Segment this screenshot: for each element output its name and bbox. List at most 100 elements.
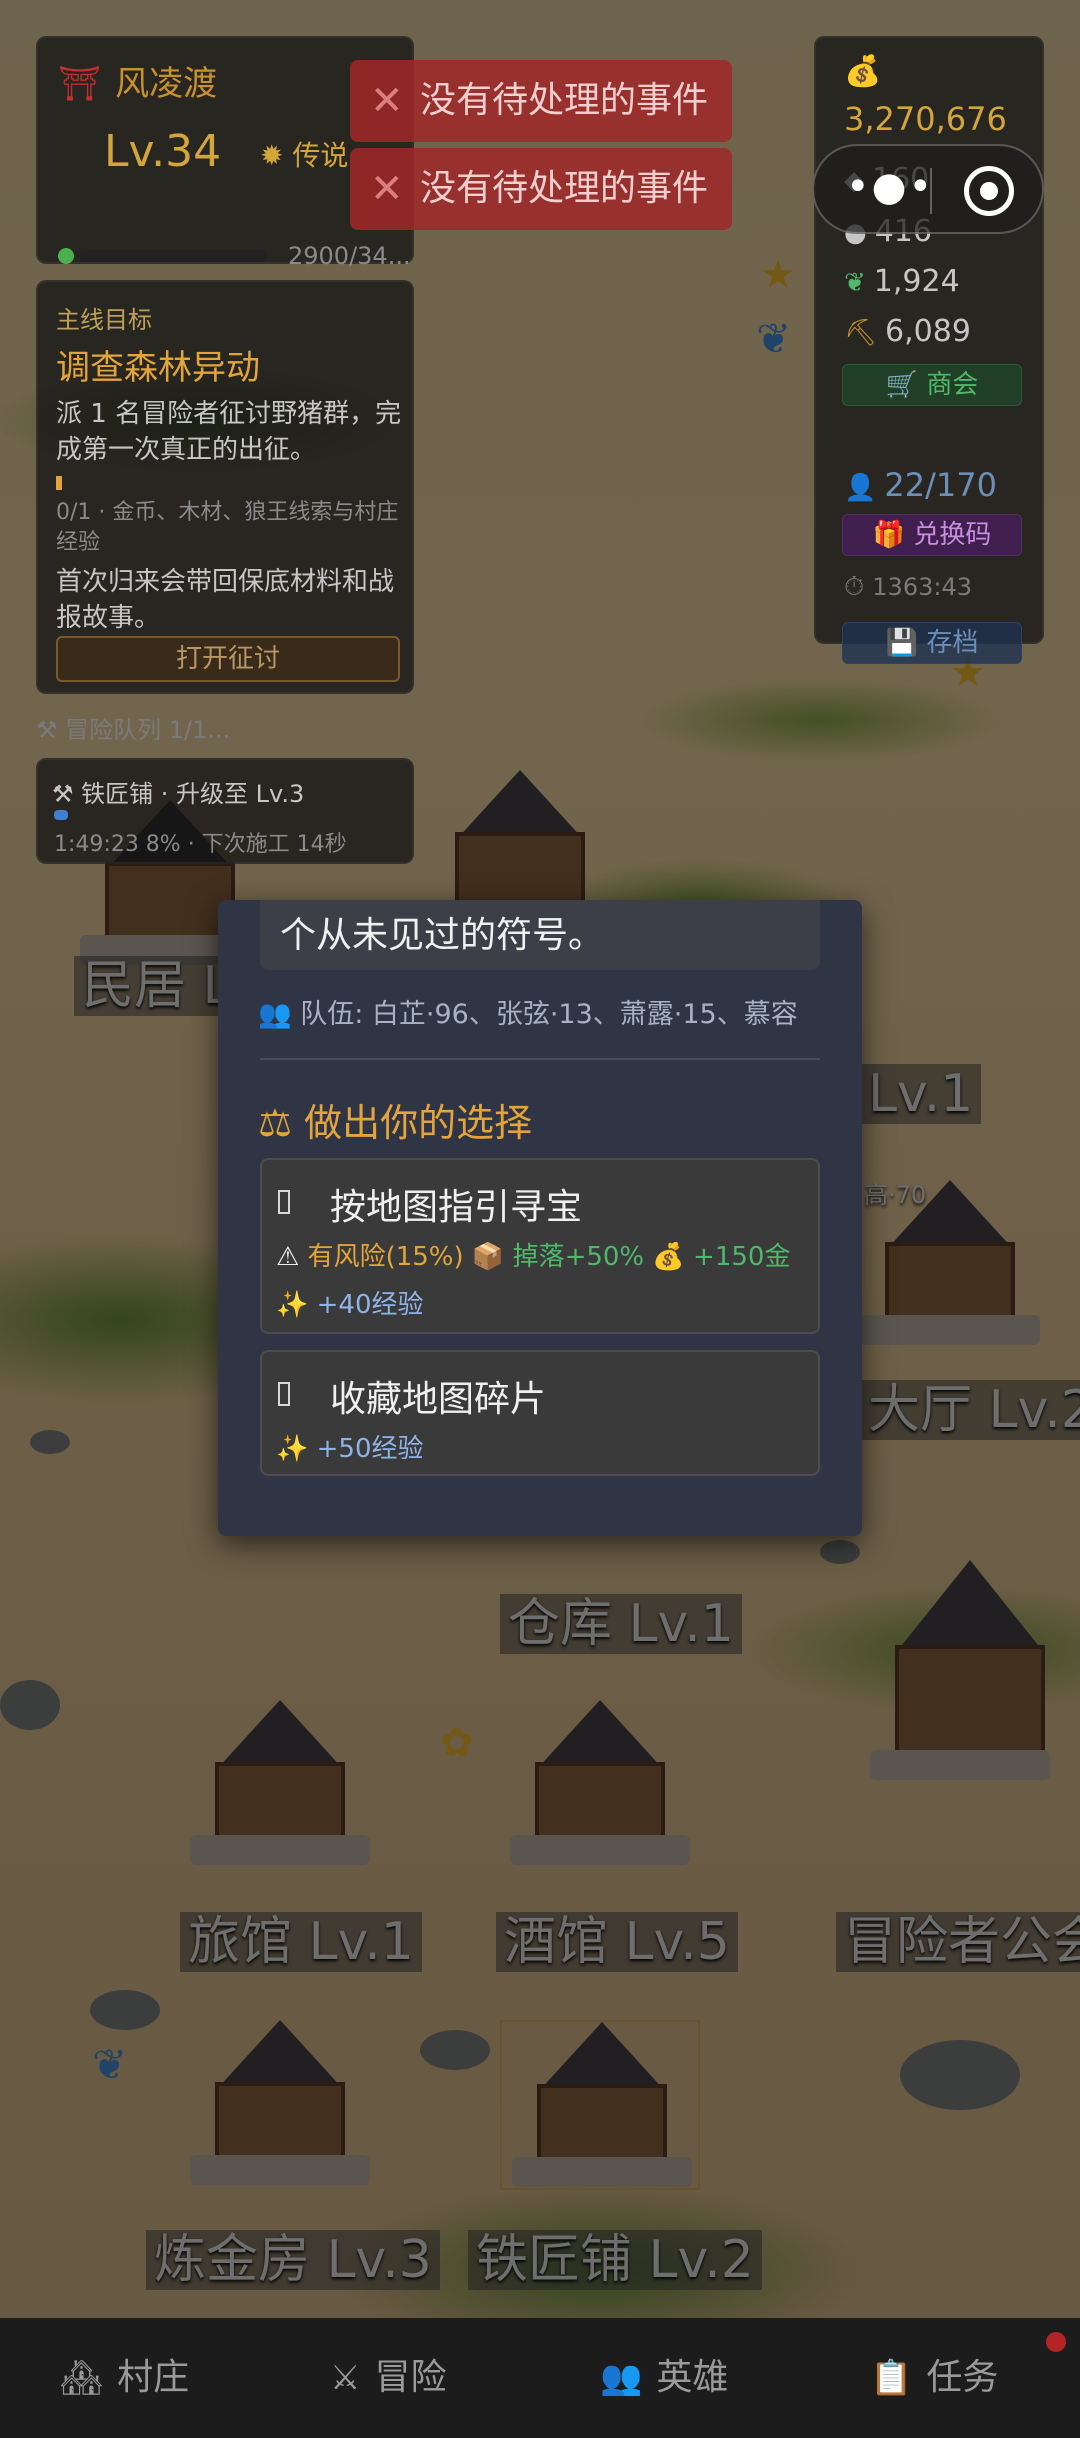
event-toast-1[interactable]: ✕ 没有待处理的事件	[350, 60, 732, 142]
heroes-icon: 👥	[600, 2358, 643, 2398]
choice-treasure-hunt[interactable]: 按地图指引寻宝 ⚠ 有风险(15%) 📦 掉落+50% 💰 +150金 ✨ +4…	[260, 1158, 820, 1334]
team-queue-text: 冒险队列 1/1...	[65, 716, 231, 744]
choice-risk: 有风险(15%)	[307, 1242, 464, 1272]
money-bag-icon: 💰	[844, 54, 882, 89]
quest-note: 首次归来会带回保底材料和战报故事。	[56, 567, 395, 633]
divider	[260, 1058, 820, 1060]
resources-panel: 💰 3,270,676 ◆160 ●416 ❦1,924 ⛏6,089 🛒 商会…	[814, 36, 1044, 664]
heroes-count: 👤 22/170	[844, 466, 997, 504]
save-label: 存档	[926, 628, 979, 658]
team-icon: 👥	[258, 999, 301, 1030]
box-icon: 📦	[471, 1242, 513, 1272]
nav-adventure[interactable]: ⚔ 冒险	[330, 2318, 447, 2438]
open-expedition-button[interactable]: 打开征讨	[56, 636, 400, 682]
nav-label: 冒险	[374, 2357, 447, 2398]
shop-button[interactable]: 🛒 商会	[842, 364, 1022, 406]
nav-heroes[interactable]: 👥 英雄	[600, 2318, 728, 2438]
event-dialog: 个从未见过的符号。 👥 队伍: 白芷·96、张弦·13、萧露·15、慕容 ⚖ 做…	[218, 900, 862, 1536]
choice-drop: 掉落+50%	[512, 1242, 645, 1272]
team-line: 👥 队伍: 白芷·96、张弦·13、萧露·15、慕容	[258, 992, 824, 1031]
sparkle-icon: ✨	[276, 1290, 317, 1320]
player-level: Lv.34	[104, 126, 222, 177]
close-miniprogram-icon[interactable]	[964, 166, 1014, 216]
quest-heading: 主线目标	[56, 306, 152, 334]
construction-progress-bar	[54, 810, 68, 820]
clock-icon: ⏱	[844, 572, 865, 602]
construction-panel[interactable]: ⚒ 铁匠铺 · 升级至 Lv.3 1:49:23 8% · 下次施工 14秒	[36, 758, 414, 864]
tools-icon: ⚒	[52, 780, 82, 808]
player-rank: ✹ 传说	[260, 134, 348, 174]
pickaxe-icon: ⛏	[844, 318, 878, 348]
choice-xp-value: +50经验	[316, 1434, 424, 1464]
nav-tasks[interactable]: 📋 任务	[870, 2318, 998, 2438]
shop-label: 商会	[926, 370, 979, 400]
warning-icon: ⚠	[276, 1242, 308, 1272]
house-icon: 🏘	[60, 2358, 104, 2398]
capsule-divider	[930, 168, 932, 214]
more-menu-icon[interactable]: •●•	[846, 164, 934, 210]
save-button[interactable]: 💾 存档	[842, 622, 1022, 664]
choice-icon	[278, 1190, 290, 1214]
choice-xp: ✨ +40经验	[276, 1284, 424, 1321]
event-toast-text: 没有待处理的事件	[420, 80, 709, 121]
xp-bar	[78, 250, 268, 262]
player-name-row: ⛩ 风凌渡	[58, 56, 217, 105]
event-toast-text: 没有待处理的事件	[420, 168, 709, 209]
quest-panel: 主线目标 调查森林异动 派 1 名冒险者征讨野猪群，完成第一次真正的出征。 0/…	[36, 280, 414, 694]
scales-icon: ⚖	[258, 1101, 305, 1145]
player-rank-label: 传说	[292, 139, 349, 172]
nav-village[interactable]: 🏘 村庄	[60, 2318, 189, 2438]
herb-icon: ❦	[844, 268, 866, 298]
resource-row-4: ❦ 1,924	[844, 264, 960, 299]
construction-info: 1:49:23 8% · 下次施工 14秒	[54, 832, 347, 857]
xp-text: 2900/34...	[288, 242, 411, 270]
miniprogram-capsule: •●•	[812, 144, 1044, 234]
redeem-code-label: 兑换码	[913, 520, 992, 550]
nav-label: 村庄	[117, 2357, 190, 2398]
play-time: ⏱ 1363:43	[844, 572, 972, 603]
redeem-code-button[interactable]: 🎁 兑换码	[842, 514, 1022, 556]
nav-label: 任务	[926, 2357, 999, 2398]
construction-title-row: ⚒ 铁匠铺 · 升级至 Lv.3	[52, 774, 304, 809]
choice-xp-value: +40经验	[316, 1290, 424, 1320]
choice-xp: ✨ +50经验	[276, 1428, 424, 1465]
choice-tags: ⚠ 有风险(15%) 📦 掉落+50% 💰 +150金	[276, 1236, 790, 1273]
close-icon: ✕	[370, 166, 404, 212]
cart-icon: 🛒	[885, 370, 927, 400]
torii-gate-icon: ⛩	[58, 64, 102, 104]
swords-icon: ⚔	[330, 2358, 361, 2398]
construction-title: 铁匠铺 · 升级至 Lv.3	[81, 780, 305, 808]
choice-collect-map[interactable]: 收藏地图碎片 ✨ +50经验	[260, 1350, 820, 1476]
close-icon: ✕	[370, 78, 404, 124]
choice-title: 收藏地图碎片	[330, 1379, 547, 1420]
money-bag-icon: 💰	[652, 1242, 694, 1272]
quest-progress: 0/1 · 金币、木材、狼王线索与村庄经验	[56, 500, 399, 555]
gift-icon: 🎁	[872, 520, 914, 550]
quest-title: 调查森林异动	[56, 348, 260, 388]
notification-dot	[1046, 2332, 1066, 2352]
choice-icon	[278, 1382, 290, 1406]
resource-value: 1,924	[873, 264, 960, 299]
bottom-nav: 🏘 村庄 ⚔ 冒险 👥 英雄 📋 任务	[0, 2318, 1080, 2438]
quest-progress-bar	[56, 476, 62, 490]
event-toast-2[interactable]: ✕ 没有待处理的事件	[350, 148, 732, 230]
heroes-value: 22/170	[884, 466, 997, 504]
xp-dot	[58, 248, 74, 264]
choice-title: 按地图指引寻宝	[330, 1187, 583, 1228]
clipboard-icon: 📋	[870, 2358, 913, 2398]
team-members: 队伍: 白芷·96、张弦·13、萧露·15、慕容	[300, 999, 798, 1030]
team-queue-row[interactable]: ⚒ 冒险队列 1/1...	[36, 710, 230, 745]
quest-description: 派 1 名冒险者征讨野猪群，完成第一次真正的出征。	[56, 399, 402, 465]
story-box: 个从未见过的符号。	[260, 900, 820, 970]
resource-value: 6,089	[885, 314, 971, 349]
play-time-value: 1363:43	[872, 573, 972, 601]
person-icon: 👤	[844, 473, 877, 503]
floppy-icon: 💾	[885, 628, 927, 658]
gold-amount: 3,270,676	[844, 100, 1007, 138]
hammer-icon: ⚒	[36, 716, 66, 744]
sparkle-icon: ✨	[276, 1434, 317, 1464]
nav-label: 英雄	[656, 2357, 729, 2398]
story-text: 个从未见过的符号。	[280, 915, 605, 956]
sun-badge-icon: ✹	[260, 139, 293, 172]
choose-title-text: 做出你的选择	[304, 1101, 533, 1145]
